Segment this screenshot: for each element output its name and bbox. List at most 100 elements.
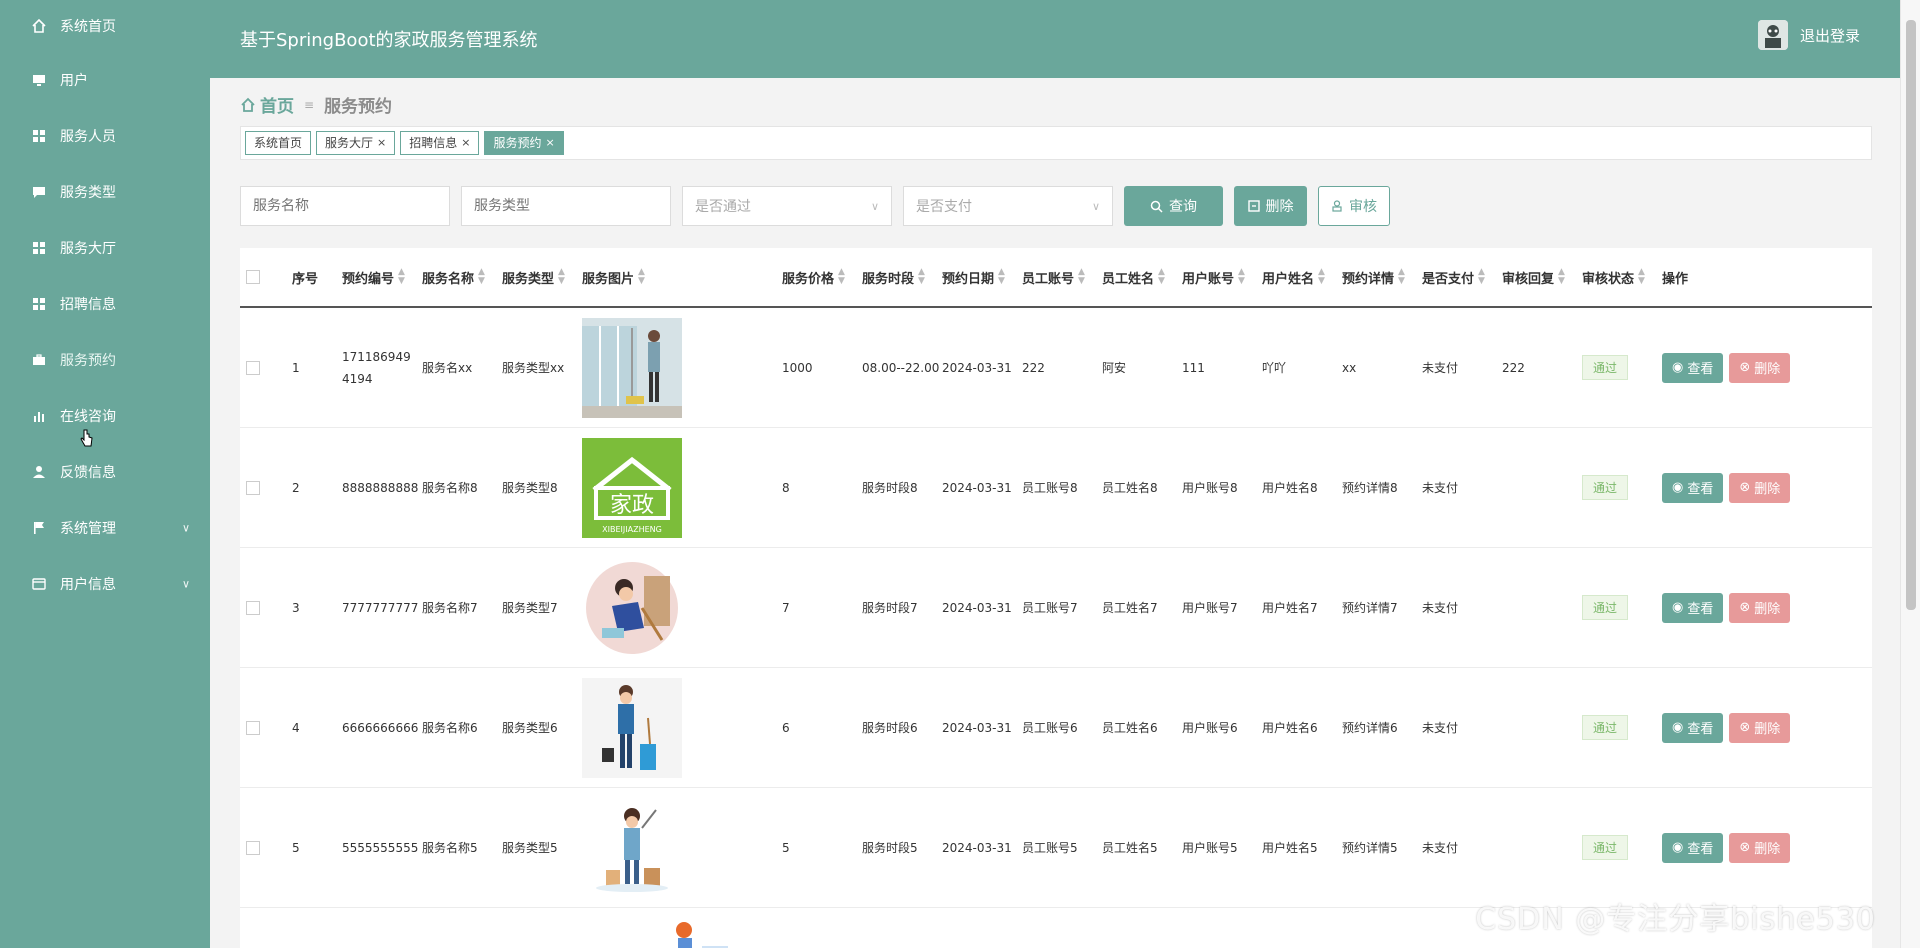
status-badge: 通过: [1582, 715, 1629, 740]
th-service-image[interactable]: 服务图片 ▲ ▼: [582, 268, 782, 287]
sidebar-item-service-type[interactable]: 服务类型: [0, 164, 210, 220]
batch-delete-button[interactable]: 删除: [1234, 186, 1307, 226]
delete-button[interactable]: ⊗ 删除: [1729, 352, 1791, 383]
passed-select[interactable]: 是否通过 ∨: [682, 186, 892, 226]
row-checkbox[interactable]: [246, 480, 260, 495]
th-booking-no[interactable]: 预约编号 ▲ ▼: [342, 268, 422, 287]
sidebar-item-recruit[interactable]: 招聘信息: [0, 276, 210, 332]
tag-booking[interactable]: 服务预约 ×: [484, 131, 564, 155]
mouse-cursor-icon: [80, 429, 93, 447]
sort-icon[interactable]: ▲ ▼: [1478, 268, 1485, 286]
view-button[interactable]: ◉ 查看: [1662, 712, 1724, 743]
th-user-name[interactable]: 用户姓名 ▲ ▼: [1262, 268, 1342, 287]
page-scrollbar[interactable]: [1900, 0, 1920, 948]
sidebar-item-label: 用户: [60, 73, 88, 89]
th-detail[interactable]: 预约详情 ▲ ▼: [1342, 268, 1422, 287]
sidebar-item-booking[interactable]: 服务预约: [0, 332, 210, 388]
sidebar-item-system[interactable]: 系统管理 ∨: [0, 500, 210, 556]
th-service-name[interactable]: 服务名称 ▲ ▼: [422, 268, 502, 287]
sort-icon[interactable]: ▲ ▼: [398, 268, 405, 286]
sort-icon[interactable]: ▲ ▼: [638, 268, 645, 286]
sort-icon[interactable]: ▲ ▼: [918, 268, 925, 286]
tag-service-hall[interactable]: 服务大厅 ×: [316, 131, 396, 155]
sidebar-item-feedback[interactable]: 反馈信息: [0, 444, 210, 500]
sort-icon[interactable]: ▲ ▼: [1638, 268, 1645, 286]
cell-period: 08.00--22.00: [862, 360, 940, 375]
logout-link[interactable]: 退出登录: [1800, 25, 1860, 46]
svg-text:家政: 家政: [610, 493, 654, 518]
th-emp-name[interactable]: 员工姓名 ▲ ▼: [1102, 268, 1182, 287]
sort-icon[interactable]: ▲ ▼: [1078, 268, 1085, 286]
service-image: [662, 916, 762, 948]
service-type-input[interactable]: [461, 186, 671, 226]
th-service-type[interactable]: 服务类型 ▲ ▼: [502, 268, 582, 287]
th-period[interactable]: 服务时段 ▲ ▼: [862, 268, 942, 287]
delete-button[interactable]: ⊗ 删除: [1729, 832, 1791, 863]
query-button[interactable]: 查询: [1124, 186, 1223, 226]
sidebar-item-service-hall[interactable]: 服务大厅: [0, 220, 210, 276]
cell-status: 通过: [1582, 355, 1662, 380]
sidebar-item-home[interactable]: 系统首页: [0, 0, 210, 52]
select-all-cell: [240, 270, 292, 284]
sidebar-item-users[interactable]: 用户: [0, 52, 210, 108]
breadcrumb-home[interactable]: 首页: [240, 92, 294, 117]
cell-service-image: [582, 797, 782, 898]
close-icon[interactable]: ×: [461, 132, 470, 154]
cell-detail: 预约详情5: [1342, 841, 1398, 855]
th-status[interactable]: 审核状态 ▲ ▼: [1582, 268, 1662, 287]
delete-button[interactable]: ⊗ 删除: [1729, 472, 1791, 503]
tag-recruit[interactable]: 招聘信息 ×: [400, 131, 480, 155]
row-checkbox[interactable]: [246, 600, 260, 615]
sidebar-item-service-staff[interactable]: 服务人员: [0, 108, 210, 164]
tag-label: 招聘信息: [409, 136, 458, 150]
app-title: 基于SpringBoot的家政服务管理系统: [240, 30, 538, 51]
th-user-account[interactable]: 用户账号 ▲ ▼: [1182, 268, 1262, 287]
th-paid[interactable]: 是否支付 ▲ ▼: [1422, 268, 1502, 287]
eye-icon: ◉: [1672, 720, 1684, 735]
sort-icon[interactable]: ▲ ▼: [998, 268, 1005, 286]
breadcrumb: 首页 ≡ 服务预约: [240, 92, 392, 117]
th-label: 预约日期: [942, 271, 995, 287]
row-checkbox[interactable]: [246, 360, 260, 375]
view-button[interactable]: ◉ 查看: [1662, 352, 1724, 383]
close-circle-icon: ⊗: [1739, 600, 1751, 615]
close-icon[interactable]: ×: [377, 132, 386, 154]
row-checkbox[interactable]: [246, 840, 260, 855]
th-price[interactable]: 服务价格 ▲ ▼: [782, 268, 862, 287]
sort-icon[interactable]: ▲ ▼: [1318, 268, 1325, 286]
service-name-input[interactable]: [240, 186, 450, 226]
sort-icon[interactable]: ▲ ▼: [1398, 268, 1405, 286]
delete-button[interactable]: ⊗ 删除: [1729, 712, 1791, 743]
delete-button[interactable]: ⊗ 删除: [1729, 592, 1791, 623]
sidebar-item-label: 系统首页: [60, 19, 116, 35]
close-icon[interactable]: ×: [546, 132, 555, 154]
sort-icon[interactable]: ▲ ▼: [478, 268, 485, 286]
audit-button[interactable]: 审核: [1318, 186, 1390, 226]
view-button[interactable]: ◉ 查看: [1662, 472, 1724, 503]
paid-select[interactable]: 是否支付 ∨: [903, 186, 1113, 226]
avatar[interactable]: [1757, 20, 1788, 50]
sort-icon[interactable]: ▲ ▼: [1558, 268, 1565, 286]
view-button[interactable]: ◉ 查看: [1662, 592, 1724, 623]
th-label: 用户姓名: [1262, 271, 1315, 287]
scrollbar-thumb[interactable]: [1906, 20, 1916, 610]
row-checkbox[interactable]: [246, 720, 260, 735]
select-all-checkbox[interactable]: [246, 270, 260, 284]
th-reply[interactable]: 审核回复 ▲ ▼: [1502, 268, 1582, 287]
sort-icon[interactable]: ▲ ▼: [558, 268, 565, 286]
cell-service-name: 服务名称8: [422, 481, 478, 495]
sort-icon[interactable]: ▲ ▼: [838, 268, 845, 286]
th-date[interactable]: 预约日期 ▲ ▼: [942, 268, 1022, 287]
tag-home[interactable]: 系统首页: [245, 131, 312, 155]
th-emp-account[interactable]: 员工账号 ▲ ▼: [1022, 268, 1102, 287]
sort-icon[interactable]: ▲ ▼: [1158, 268, 1165, 286]
th-label: 审核状态: [1582, 271, 1635, 287]
th-label: 服务时段: [862, 271, 915, 287]
sidebar-item-user-info[interactable]: 用户信息 ∨: [0, 556, 210, 612]
audit-button-label: 审核: [1349, 199, 1377, 215]
service-image: [582, 797, 682, 898]
view-button[interactable]: ◉ 查看: [1662, 832, 1724, 863]
sidebar-item-consult[interactable]: 在线咨询: [0, 388, 210, 444]
status-badge: 通过: [1582, 475, 1629, 500]
sort-icon[interactable]: ▲ ▼: [1238, 268, 1245, 286]
